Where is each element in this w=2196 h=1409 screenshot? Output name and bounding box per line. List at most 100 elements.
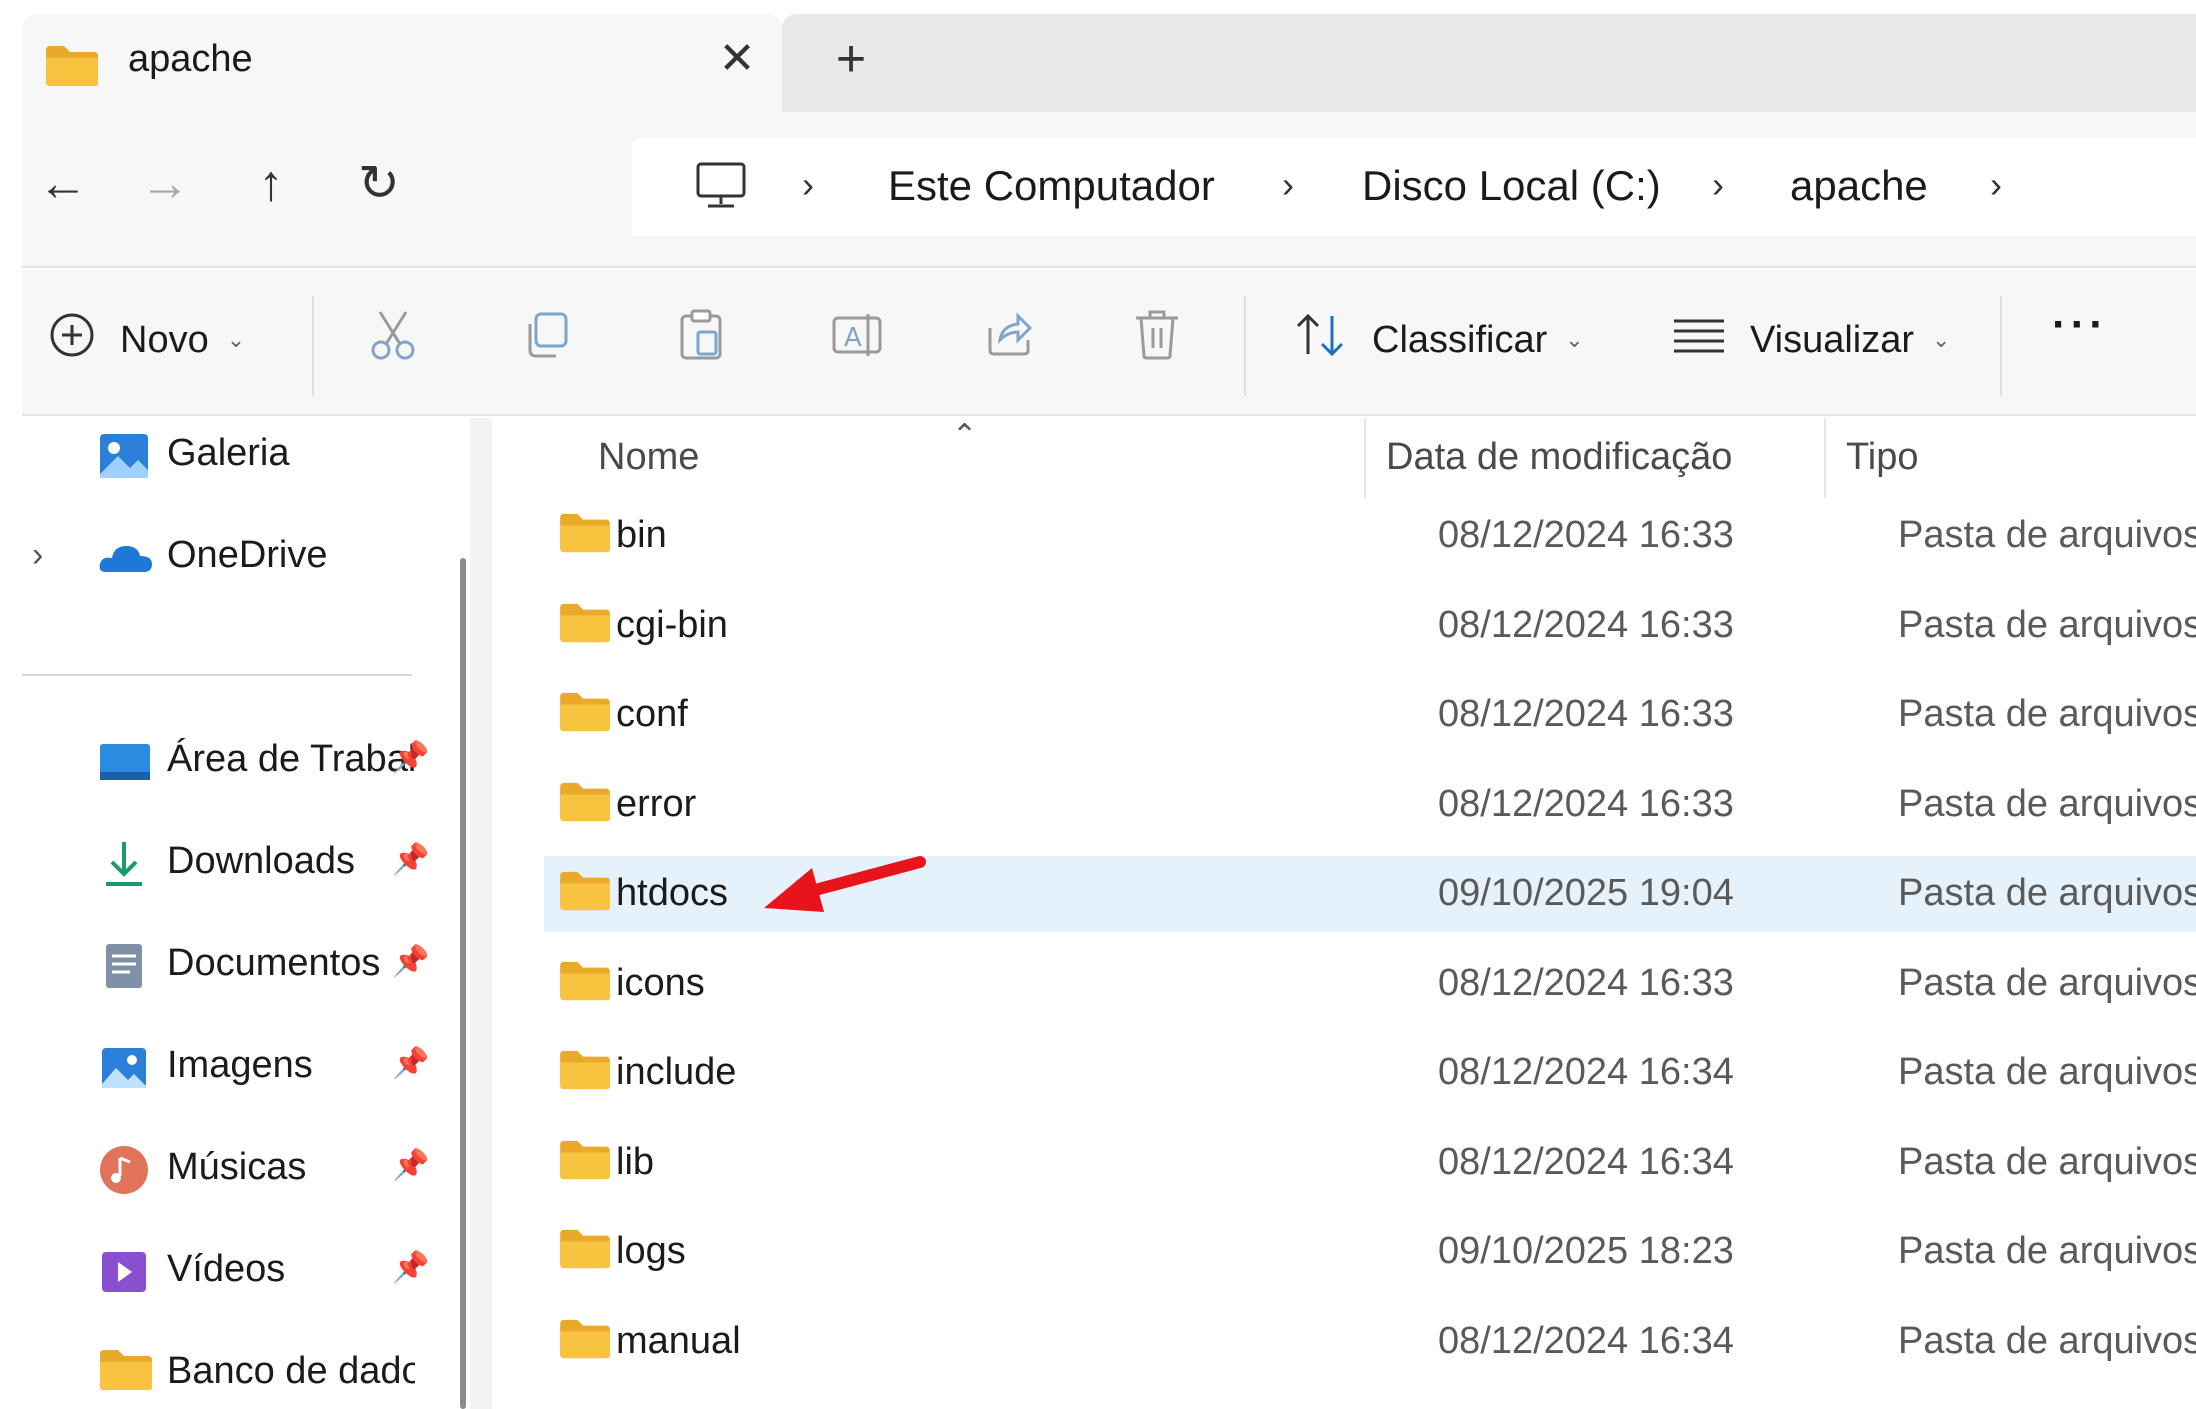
sort-button[interactable]: Classificar ⌄ (1292, 300, 1584, 380)
folder-icon (558, 1228, 612, 1275)
paste-button[interactable] (676, 300, 726, 380)
file-date: 08/12/2024 16:33 (1438, 514, 1734, 556)
navigation-pane: Galeria › OneDrive Área de Trabalho 📌 Do… (22, 418, 514, 1409)
sidebar-item-banco-de-dados[interactable]: Banco de dados (22, 1336, 462, 1406)
chevron-down-icon: ⌄ (1565, 327, 1584, 352)
breadcrumb-item-apache[interactable]: apache (1790, 162, 1928, 210)
download-icon (98, 838, 150, 890)
file-date: 08/12/2024 16:34 (1438, 1320, 1734, 1362)
file-explorer-window: apache ✕ + ← → ↑ ↻ › Este Computador › D… (0, 0, 2196, 1409)
chevron-right-icon[interactable]: › (32, 536, 43, 575)
breadcrumb-chevron-icon[interactable]: › (1282, 164, 1294, 206)
pin-icon[interactable]: 📌 (392, 842, 429, 877)
computer-icon[interactable] (694, 160, 748, 217)
pin-icon[interactable]: 📌 (392, 1046, 429, 1081)
table-row[interactable]: bin 08/12/2024 16:33 Pasta de arquivos (544, 498, 2196, 574)
view-button[interactable]: Visualizar ⌄ (1672, 300, 1950, 380)
refresh-icon[interactable]: ↻ (344, 148, 414, 218)
pin-icon[interactable]: 📌 (392, 740, 429, 775)
column-header-type[interactable]: Tipo (1846, 436, 1919, 479)
tab-apache[interactable]: apache ✕ (22, 14, 782, 112)
more-options-icon[interactable]: ··· (2052, 300, 2108, 350)
column-header-date[interactable]: Data de modificação (1386, 436, 1732, 479)
svg-text:A: A (844, 323, 862, 353)
view-button-label: Visualizar (1750, 318, 1915, 361)
share-button[interactable] (984, 300, 1034, 380)
breadcrumb-item-este-computador[interactable]: Este Computador (888, 162, 1215, 210)
file-type: Pasta de arquivos (1898, 962, 2196, 1004)
sidebar-item-label: Área de Trabalho (167, 738, 415, 780)
file-date: 08/12/2024 16:34 (1438, 1141, 1734, 1183)
breadcrumb-chevron-icon[interactable]: › (1990, 164, 2002, 206)
sidebar-item-label: Músicas (167, 1146, 307, 1188)
forward-arrow-icon[interactable]: → (130, 148, 200, 218)
sidebar-item-musicas[interactable]: Músicas 📌 (22, 1132, 462, 1202)
sort-button-label: Classificar (1372, 318, 1548, 361)
file-name: logs (616, 1230, 686, 1272)
file-type: Pasta de arquivos (1898, 1051, 2196, 1093)
table-row[interactable]: icons 08/12/2024 16:33 Pasta de arquivos (544, 946, 2196, 1022)
sidebar-item-galeria[interactable]: Galeria (22, 418, 462, 488)
new-button[interactable]: Novo ⌄ (48, 300, 245, 380)
up-arrow-icon[interactable]: ↑ (236, 148, 306, 218)
column-header-name[interactable]: Nome (598, 436, 699, 479)
sidebar-scrollbar[interactable] (460, 558, 466, 1409)
folder-icon (558, 870, 612, 917)
new-tab-icon[interactable]: + (826, 33, 876, 85)
rename-icon: A (830, 310, 884, 370)
document-icon (98, 940, 150, 992)
navigation-bar: ← → ↑ ↻ › Este Computador › Disco Local … (22, 112, 2196, 268)
chevron-down-icon: ⌄ (226, 327, 246, 352)
pin-icon[interactable]: 📌 (392, 944, 429, 979)
chevron-up-icon: ⌃ (952, 419, 978, 452)
file-type: Pasta de arquivos (1898, 783, 2196, 825)
folder-icon (558, 1139, 612, 1186)
sidebar-divider (22, 674, 412, 676)
toolbar-divider (312, 296, 314, 396)
address-bar[interactable]: › Este Computador › Disco Local (C:) › a… (632, 138, 2196, 236)
sidebar-item-downloads[interactable]: Downloads 📌 (22, 826, 462, 896)
delete-button[interactable] (1132, 300, 1182, 380)
table-row[interactable]: conf 08/12/2024 16:33 Pasta de arquivos (544, 677, 2196, 753)
table-row[interactable]: include 08/12/2024 16:34 Pasta de arquivos (544, 1035, 2196, 1111)
sidebar-item-label: OneDrive (167, 534, 328, 576)
rename-button[interactable]: A (830, 300, 884, 380)
file-type: Pasta de arquivos (1898, 1320, 2196, 1362)
copy-button[interactable] (522, 300, 572, 380)
column-divider[interactable] (1824, 418, 1826, 498)
file-name: cgi-bin (616, 604, 728, 646)
list-view-icon (1672, 315, 1726, 365)
plus-circle-icon (48, 311, 96, 369)
table-row[interactable]: cgi-bin 08/12/2024 16:33 Pasta de arquivos (544, 588, 2196, 664)
table-row[interactable]: logs 09/10/2025 18:23 Pasta de arquivos (544, 1214, 2196, 1290)
gallery-icon (98, 430, 150, 482)
breadcrumb-chevron-icon[interactable]: › (1712, 164, 1724, 206)
column-divider[interactable] (1364, 418, 1366, 498)
share-icon (984, 310, 1034, 370)
file-name: manual (616, 1320, 741, 1362)
sidebar-item-label: Downloads (167, 840, 355, 882)
chevron-down-icon: ⌄ (1932, 327, 1951, 352)
table-row[interactable]: error 08/12/2024 16:33 Pasta de arquivos (544, 767, 2196, 843)
pin-icon[interactable]: 📌 (392, 1250, 429, 1285)
breadcrumb-item-disco-local[interactable]: Disco Local (C:) (1362, 162, 1661, 210)
close-icon[interactable]: ✕ (712, 34, 762, 84)
file-date: 09/10/2025 19:04 (1438, 872, 1734, 914)
sidebar-item-videos[interactable]: Vídeos 📌 (22, 1234, 462, 1304)
table-row[interactable]: manual 08/12/2024 16:34 Pasta de arquivos (544, 1304, 2196, 1380)
sidebar-item-documentos[interactable]: Documentos 📌 (22, 928, 462, 998)
command-bar: Novo ⌄ A Classificar ⌄ Visualizar ⌄ ··· (22, 270, 2196, 416)
trash-icon (1132, 308, 1182, 372)
back-arrow-icon[interactable]: ← (28, 148, 98, 218)
sidebar-item-area-de-trabalho[interactable]: Área de Trabalho 📌 (22, 724, 462, 794)
cut-button[interactable] (368, 300, 418, 380)
toolbar-divider (2000, 296, 2002, 396)
sidebar-item-imagens[interactable]: Imagens 📌 (22, 1030, 462, 1100)
breadcrumb-chevron-icon[interactable]: › (802, 164, 814, 206)
file-name: include (616, 1051, 737, 1093)
file-list: ⌃ Nome Data de modificação Tipo bin 08/12… (492, 418, 2196, 1409)
sidebar-item-onedrive[interactable]: › OneDrive (22, 520, 462, 590)
table-row[interactable]: lib 08/12/2024 16:34 Pasta de arquivos (544, 1125, 2196, 1201)
pin-icon[interactable]: 📌 (392, 1148, 429, 1183)
folder-icon (44, 44, 100, 93)
